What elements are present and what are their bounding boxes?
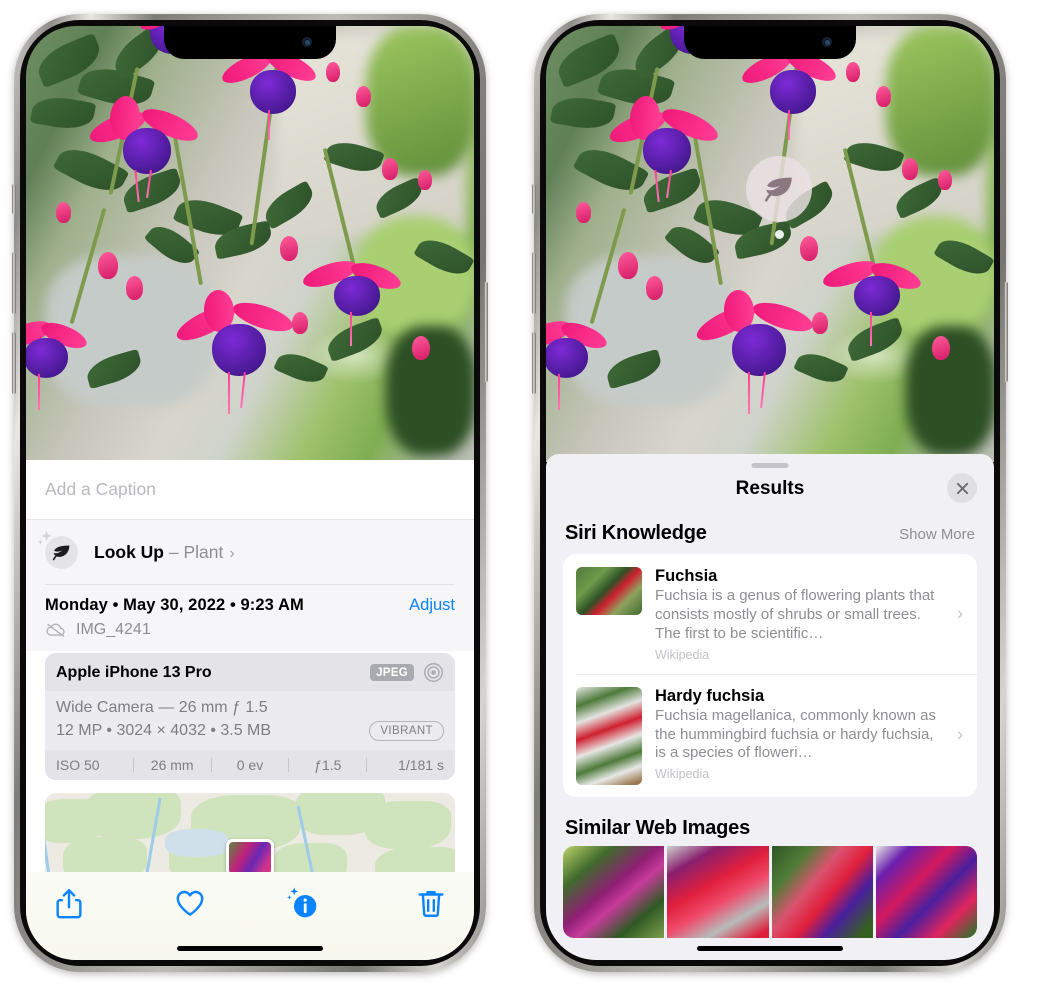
camera-lens: Wide Camera — 26 mm ƒ 1.5 (56, 699, 268, 716)
camera-device: Apple iPhone 13 Pro (56, 663, 212, 681)
home-indicator[interactable] (177, 946, 323, 951)
volume-up-button[interactable] (12, 252, 16, 314)
aperture-icon (424, 663, 443, 682)
sparkles-icon (37, 530, 52, 545)
result-thumbnail (576, 567, 642, 615)
volume-down-button[interactable] (532, 332, 536, 394)
photo-info-sheet: Add a Caption Look Up – Plant › Monday •… (26, 460, 474, 960)
favorite-button[interactable] (173, 886, 207, 920)
phone-screen-left: Add a Caption Look Up – Plant › Monday •… (26, 26, 474, 960)
phone-right: Results Siri Knowledge Show More Fuchsia… (532, 14, 1008, 972)
result-description: Fuchsia magellanica, commonly known as t… (655, 706, 936, 762)
silence-switch[interactable] (532, 184, 536, 214)
caption-row[interactable]: Add a Caption (26, 460, 474, 520)
photo-datetime: Monday • May 30, 2022 • 9:23 AM (45, 596, 304, 614)
cloud-slash-icon (46, 623, 65, 638)
photo-viewer[interactable] (26, 26, 474, 462)
result-description: Fuchsia is a genus of flowering plants t… (655, 587, 935, 642)
leaf-icon (37, 530, 78, 569)
chevron-right-icon: › (957, 603, 963, 624)
result-title: Hardy fuchsia (655, 686, 765, 705)
power-button[interactable] (484, 282, 488, 382)
similar-web-images-title: Similar Web Images (565, 816, 750, 839)
result-thumbnail (576, 686, 642, 785)
device-notch (164, 26, 336, 59)
caption-input[interactable]: Add a Caption (45, 479, 156, 500)
list-item[interactable]: Fuchsia Fuchsia is a genus of flowering … (563, 554, 977, 674)
visual-lookup-info-button[interactable] (285, 886, 319, 920)
exif-iso: ISO 50 (56, 757, 100, 773)
camera-card-header: Apple iPhone 13 Pro JPEG (45, 653, 455, 691)
close-icon (956, 482, 968, 494)
look-up-row[interactable]: Look Up – Plant › (26, 520, 474, 584)
volume-up-button[interactable] (532, 252, 536, 314)
photo-flowers (546, 26, 994, 462)
exif-aperture: ƒ1.5 (314, 757, 342, 773)
look-up-label: Look Up – Plant › (94, 542, 235, 563)
leaf-icon (764, 177, 792, 202)
web-image-thumbnail[interactable] (563, 845, 665, 938)
visual-lookup-badge[interactable] (746, 156, 812, 222)
result-source: Wikipedia (655, 767, 710, 782)
share-button[interactable] (52, 886, 86, 920)
front-camera (822, 37, 832, 47)
phone-screen-right: Results Siri Knowledge Show More Fuchsia… (546, 26, 994, 960)
photo-filename: IMG_4241 (76, 621, 151, 638)
delete-button[interactable] (414, 886, 448, 920)
web-image-thumbnail[interactable] (667, 845, 769, 938)
adjust-button[interactable]: Adjust (409, 596, 455, 615)
screenshot-canvas: Add a Caption Look Up – Plant › Monday •… (0, 0, 1055, 985)
list-item[interactable]: Hardy fuchsia Fuchsia magellanica, commo… (563, 673, 977, 797)
home-indicator[interactable] (697, 946, 843, 951)
photo-flowers (26, 26, 474, 462)
siri-knowledge-header: Siri Knowledge Show More (546, 518, 994, 554)
results-header: Results (546, 454, 994, 518)
exif-ev: 0 ev (236, 757, 264, 773)
similar-web-images-strip (563, 845, 977, 938)
front-camera (302, 37, 312, 47)
similar-web-images-header: Similar Web Images (546, 797, 994, 846)
results-sheet: Results Siri Knowledge Show More Fuchsia… (546, 454, 994, 960)
siri-knowledge-card: Fuchsia Fuchsia is a genus of flowering … (563, 554, 977, 797)
photo-metadata: Monday • May 30, 2022 • 9:23 AM Adjust I… (26, 584, 474, 651)
format-badge: JPEG (370, 664, 414, 681)
exif-row: ISO 50 26 mm 0 ev ƒ1.5 1/181 s (45, 750, 455, 780)
phone-left: Add a Caption Look Up – Plant › Monday •… (12, 14, 488, 972)
volume-down-button[interactable] (12, 332, 16, 394)
photo-toolbar (26, 872, 474, 960)
close-button[interactable] (947, 473, 977, 503)
camera-info-card[interactable]: Apple iPhone 13 Pro JPEG Wide Camera — 2… (45, 653, 455, 780)
web-image-thumbnail[interactable] (771, 845, 873, 938)
result-title: Fuchsia (655, 567, 718, 585)
chevron-right-icon: › (229, 544, 235, 562)
web-image-thumbnail[interactable] (875, 845, 977, 938)
result-source: Wikipedia (655, 647, 710, 662)
power-button[interactable] (1004, 282, 1008, 382)
photographic-style-badge: VIBRANT (369, 721, 444, 741)
chevron-right-icon: › (957, 724, 963, 745)
divider (45, 584, 455, 585)
exif-focal: 26 mm (150, 757, 194, 773)
look-up-title: Look Up (94, 541, 164, 562)
visual-lookup-anchor-dot (775, 230, 784, 239)
look-up-dash: – (164, 541, 184, 562)
results-title: Results (735, 478, 805, 499)
silence-switch[interactable] (12, 184, 16, 214)
exif-shutter: 1/181 s (398, 757, 444, 773)
show-more-button[interactable]: Show More (899, 526, 975, 543)
camera-resolution: 12 MP • 3024 × 4032 • 3.5 MB (56, 722, 272, 739)
look-up-subject: Plant (183, 541, 224, 562)
camera-card-body: Wide Camera — 26 mm ƒ 1.5 12 MP • 3024 ×… (45, 691, 455, 750)
device-notch (684, 26, 856, 59)
siri-knowledge-title: Siri Knowledge (565, 522, 707, 544)
photo-viewer[interactable] (546, 26, 994, 462)
